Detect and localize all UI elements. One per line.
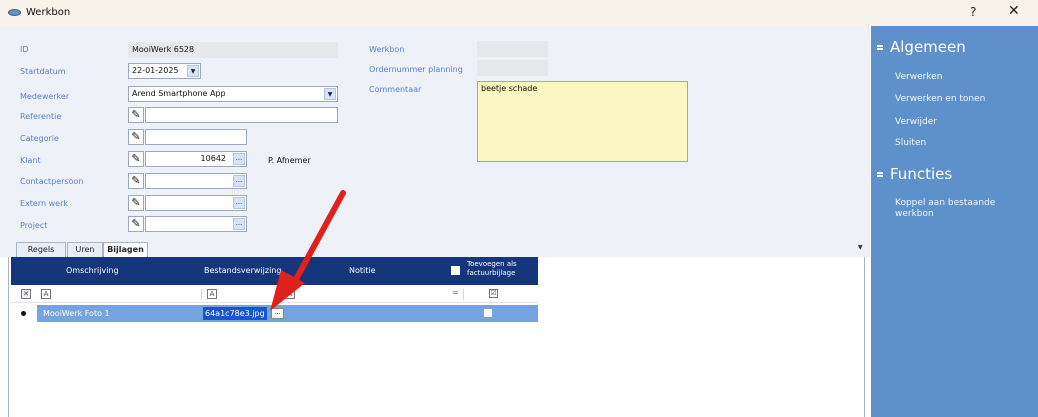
section-title: Algemeen [890,38,966,56]
edit-icon[interactable]: ✎ [128,216,144,232]
edit-icon[interactable]: ✎ [128,151,144,167]
startdatum-value: 22-01-2025 [132,66,179,75]
action-koppel-werkbon[interactable]: Koppel aan bestaande werkbon [895,198,1023,220]
lookup-button[interactable]: ... [233,218,245,230]
edit-icon[interactable]: ✎ [128,129,144,145]
filter-icon[interactable]: A [207,289,217,299]
app-icon [8,9,21,16]
chevron-down-icon[interactable]: ▼ [324,88,336,100]
browse-file-button[interactable]: ... [271,308,284,319]
grid-header: Omschrijving Bestandsverwijzing Notitie … [11,257,538,285]
project-label: Project [20,221,48,230]
id-label: ID [20,45,29,54]
tab-uren[interactable]: Uren [67,242,103,257]
extern-werk-label: Extern werk [20,199,68,208]
bijlagen-grid: Omschrijving Bestandsverwijzing Notitie … [8,257,865,417]
tab-regels[interactable]: Regels [16,242,66,257]
werkbon-form: ID MooiWerk 6528 Startdatum 22-01-2025 ▼… [0,26,870,240]
edit-icon[interactable]: ✎ [128,195,144,211]
section-title: Functies [890,165,953,183]
filter-equals[interactable]: = [452,288,459,297]
lookup-button[interactable]: ... [233,153,245,165]
categorie-label: Categorie [20,134,59,143]
edit-icon[interactable]: ✎ [128,173,144,189]
help-button[interactable]: ? [970,5,976,19]
klant-label: Klant [20,156,41,165]
edit-icon[interactable]: ✎ [128,107,144,123]
collapse-icon [877,172,883,177]
factuurbijlage-checkbox[interactable] [484,309,492,317]
startdatum-field[interactable]: 22-01-2025 ▼ [128,63,201,79]
referentie-field[interactable] [145,107,338,123]
lookup-button[interactable]: ... [233,197,245,209]
contactpersoon-label: Contactpersoon [20,177,84,186]
categorie-field[interactable] [145,129,247,145]
medewerker-field[interactable]: Arend Smartphone App ▼ [128,86,338,102]
section-functies[interactable]: Functies [877,165,952,183]
ordernummer-field [477,60,548,76]
commentaar-textarea[interactable]: beetje schade [477,81,688,162]
filter-checkbox[interactable]: ☑ [489,289,498,298]
window-title: Werkbon [26,7,71,18]
close-button[interactable]: ✕ [1008,3,1020,19]
filter-separator [463,289,464,300]
omschrijving-cell[interactable]: MooiWerk Foto 1 [43,309,110,318]
action-sidebar: Algemeen Verwerken Verwerken en tonen Ve… [871,26,1038,417]
filter-icon[interactable]: A [285,289,295,299]
section-algemeen[interactable]: Algemeen [877,38,966,56]
table-row[interactable]: MooiWerk Foto 1 64a1c78e3.jpg ... [11,305,538,322]
klant-field[interactable]: 10642 ... [145,151,247,167]
select-all-checkbox[interactable] [451,266,460,275]
medewerker-label: Medewerker [20,92,70,101]
project-field[interactable]: ... [145,216,247,232]
column-notitie[interactable]: Notitie [349,266,376,275]
row-indicator [11,305,37,322]
collapse-icon [877,45,883,50]
action-verwijder[interactable]: Verwijder [895,117,937,128]
klant-value: 10642 [200,154,226,163]
clear-filter-icon[interactable]: ✕ [21,289,31,299]
current-row-dot [21,311,26,316]
chevron-down-icon[interactable]: ▼ [858,244,863,251]
action-verwerken[interactable]: Verwerken [895,72,942,83]
extern-werk-field[interactable]: ... [145,195,247,211]
contactpersoon-field[interactable]: ... [145,173,247,189]
column-bestandsverwijzing[interactable]: Bestandsverwijzing [204,266,281,275]
bestandsverwijzing-input[interactable]: 64a1c78e3.jpg [203,307,267,320]
chevron-down-icon[interactable]: ▼ [187,65,199,77]
startdatum-label: Startdatum [20,67,66,76]
column-factuurbijlage[interactable]: Toevoegen als factuurbijlage [467,260,537,278]
title-bar: Werkbon ? ✕ [0,0,1038,26]
medewerker-value: Arend Smartphone App [132,89,226,98]
referentie-label: Referentie [20,112,62,121]
filter-row: ✕ A A A = ☑ [11,286,538,303]
filter-icon[interactable]: A [41,289,51,299]
filter-separator [201,289,202,300]
werkbon-field [477,41,548,57]
commentaar-label: Commentaar [369,85,422,94]
ordernummer-label: Ordernummer planning [369,65,463,74]
id-field: MooiWerk 6528 [128,42,338,58]
klant-name: P. Afnemer [268,156,311,165]
werkbon-label: Werkbon [369,45,405,54]
tab-bar: Regels Uren Bijlagen ▼ [0,240,870,258]
lookup-button[interactable]: ... [233,175,245,187]
column-omschrijving[interactable]: Omschrijving [66,266,119,275]
action-sluiten[interactable]: Sluiten [895,138,926,149]
filter-separator [279,289,280,300]
action-verwerken-en-tonen[interactable]: Verwerken en tonen [895,94,985,105]
tab-bijlagen[interactable]: Bijlagen [103,242,148,258]
